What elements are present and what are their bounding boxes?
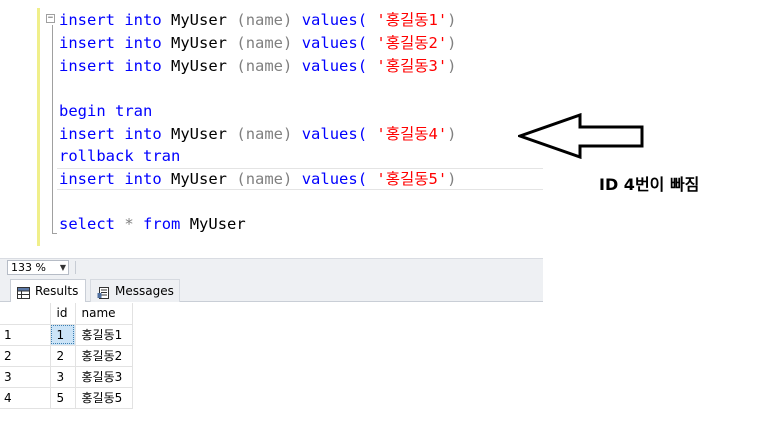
outline-guide [52, 25, 53, 234]
results-tabbar: Results Messages [0, 276, 543, 302]
code-line-begin-tran[interactable]: begin tran [59, 100, 152, 122]
table-row: 3 3 홍길동3 [0, 366, 133, 388]
grid-cell-id[interactable]: 3 [50, 366, 76, 388]
code-line-rollback-tran[interactable]: rollback tran [59, 145, 180, 167]
table-row: 1 1 홍길동1 [0, 324, 133, 346]
code-line-insert-5[interactable]: insert into MyUser (name) values( '홍길동5'… [59, 168, 457, 190]
grid-header-row: id name [0, 303, 133, 325]
row-number[interactable]: 3 [0, 366, 51, 388]
code-line-insert-3[interactable]: insert into MyUser (name) values( '홍길동3'… [59, 55, 457, 77]
zoom-value: 133 % [11, 261, 46, 274]
code-line-insert-1[interactable]: insert into MyUser (name) values( '홍길동1'… [59, 9, 457, 31]
tab-results[interactable]: Results [10, 279, 86, 302]
row-header-corner [0, 303, 51, 325]
grid-cell-name[interactable]: 홍길동5 [75, 387, 133, 409]
code-line-insert-2[interactable]: insert into MyUser (name) values( '홍길동2'… [59, 32, 457, 54]
results-grid[interactable]: id name 1 1 홍길동1 2 2 홍길동2 3 3 홍길동3 4 5 홍… [0, 303, 133, 409]
row-number[interactable]: 2 [0, 345, 51, 367]
zoom-bar: 133 % ▼ [0, 258, 543, 276]
row-number[interactable]: 4 [0, 387, 51, 409]
zoom-dropdown[interactable]: 133 % ▼ [7, 260, 69, 275]
chevron-down-icon: ▼ [59, 263, 66, 272]
grid-cell-id[interactable]: 2 [50, 345, 76, 367]
messages-icon [97, 285, 110, 299]
table-row: 2 2 홍길동2 [0, 345, 133, 367]
outline-guide-end [52, 233, 57, 234]
tab-results-label: Results [35, 283, 79, 298]
change-tracking-bar [37, 8, 40, 246]
scrollbar-divider [75, 261, 76, 274]
grid-cell-id[interactable]: 1 [50, 324, 76, 346]
grid-cell-name[interactable]: 홍길동3 [75, 366, 133, 388]
grid-cell-name[interactable]: 홍길동2 [75, 345, 133, 367]
query-editor[interactable]: − insert into MyUser (name) values( '홍길동… [0, 0, 543, 258]
results-pane: Results Messages id name 1 1 홍길동1 2 2 홍길… [0, 276, 543, 429]
collapse-outline-icon[interactable]: − [46, 14, 55, 23]
tab-messages[interactable]: Messages [90, 279, 180, 302]
code-line-select[interactable]: select * from MyUser [59, 213, 246, 235]
column-header-id[interactable]: id [50, 303, 76, 325]
grid-cell-name[interactable]: 홍길동1 [75, 324, 133, 346]
annotation-note: ID 4번이 빠짐 [599, 175, 700, 194]
column-header-name[interactable]: name [75, 303, 133, 325]
grid-cell-id[interactable]: 5 [50, 387, 76, 409]
tab-messages-label: Messages [115, 283, 174, 298]
grid-icon [17, 285, 30, 299]
code-line-insert-4[interactable]: insert into MyUser (name) values( '홍길동4'… [59, 123, 457, 145]
row-number[interactable]: 1 [0, 324, 51, 346]
left-arrow-icon [518, 113, 644, 159]
table-row: 4 5 홍길동5 [0, 387, 133, 409]
